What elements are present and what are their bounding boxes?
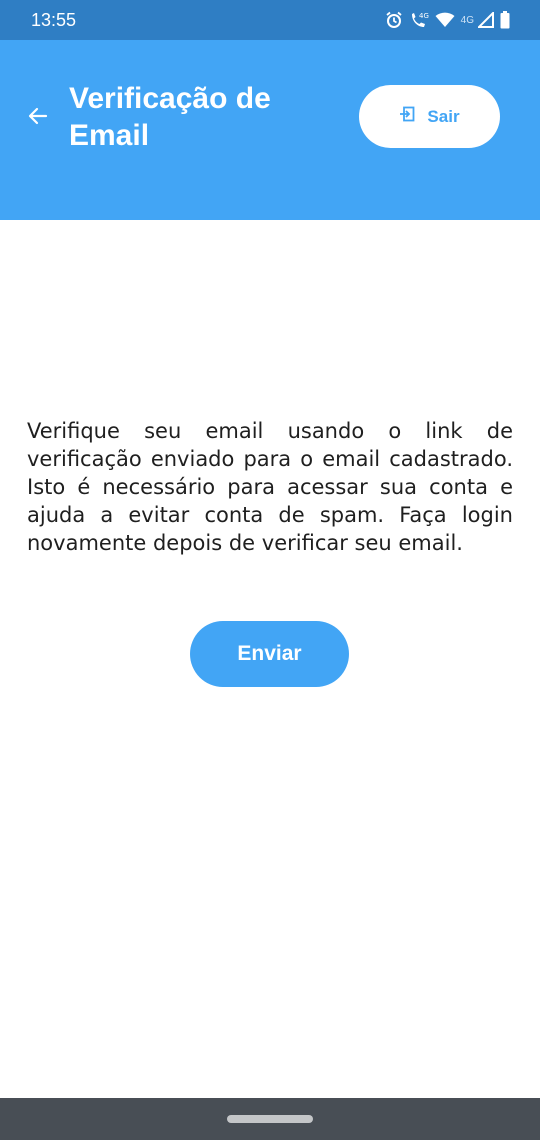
arrow-back-icon	[26, 104, 50, 133]
back-button[interactable]	[20, 100, 56, 136]
home-indicator[interactable]	[227, 1115, 313, 1123]
send-button[interactable]: Enviar	[190, 621, 349, 687]
status-bar: 13:55 4G 4G	[0, 0, 540, 40]
wifi-calling-icon: 4G	[409, 11, 429, 29]
app-bar: Verificação de Email Sair	[0, 40, 540, 220]
status-time: 13:55	[31, 9, 77, 30]
verification-message: Verifique seu email usando o link de ver…	[27, 419, 513, 555]
status-icons: 4G 4G	[385, 11, 510, 29]
alarm-icon	[385, 11, 403, 29]
network-label: 4G	[460, 14, 474, 26]
navigation-bar	[0, 1098, 540, 1140]
page-title: Verificação de Email	[69, 82, 271, 152]
battery-icon	[500, 11, 510, 29]
wifi-icon	[435, 12, 455, 28]
signal-icon	[478, 12, 494, 28]
svg-text:4G: 4G	[419, 12, 429, 20]
logout-label: Sair	[427, 106, 460, 126]
logout-button[interactable]: Sair	[359, 85, 500, 148]
logout-icon	[399, 106, 415, 127]
